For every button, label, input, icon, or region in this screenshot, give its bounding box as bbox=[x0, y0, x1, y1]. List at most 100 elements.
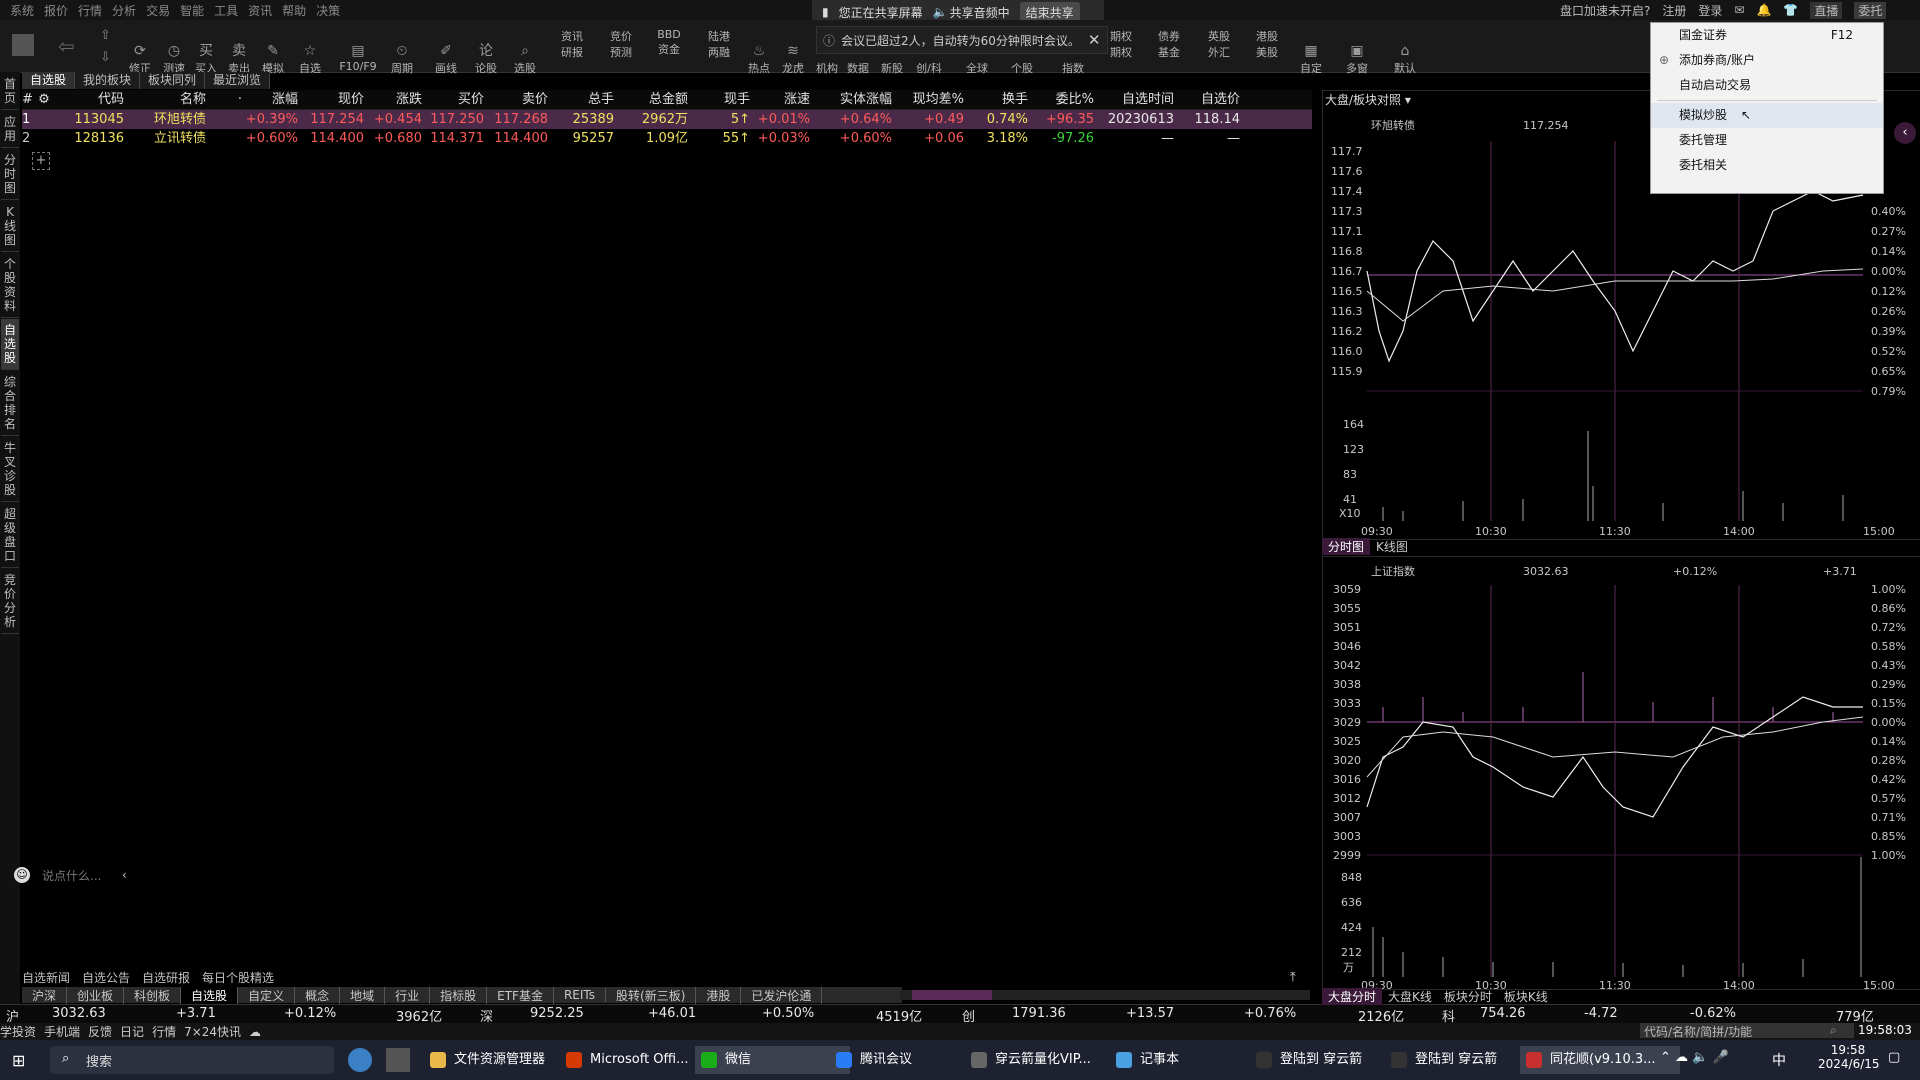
col-change[interactable]: 涨跌 bbox=[364, 90, 422, 109]
menu-item[interactable]: 资讯 bbox=[248, 2, 272, 19]
tab-my-sectors[interactable]: 我的板块 bbox=[75, 72, 141, 89]
vtab-bid-analysis[interactable]: 竞价分析 bbox=[1, 569, 19, 634]
menu-item-add-broker[interactable]: ⊕ 添加券商/账户 bbox=[1651, 48, 1883, 73]
task-notepad[interactable]: 记事本 bbox=[1110, 1046, 1250, 1074]
emoji-icon[interactable]: ☺ bbox=[14, 867, 30, 883]
tb-hk[interactable]: 陆港 两融 bbox=[702, 28, 736, 60]
tb-default[interactable]: ⌂ 默认 bbox=[1388, 42, 1422, 76]
sheet-tab[interactable]: 创业板 bbox=[67, 986, 125, 1004]
sheet-tab[interactable]: 行业 bbox=[385, 986, 431, 1004]
menu-item[interactable]: 帮助 bbox=[282, 2, 306, 19]
mail-icon[interactable]: ✉ bbox=[1734, 3, 1744, 17]
tb-sell[interactable]: 卖卖出 bbox=[222, 42, 256, 76]
tb-draw[interactable]: ✐ 画线 bbox=[429, 42, 463, 76]
status-link[interactable]: 7×24快讯 bbox=[184, 1023, 241, 1040]
tb-multiwin[interactable]: ▣ 多窗 bbox=[1340, 42, 1374, 76]
sheet-tab[interactable]: 科创板 bbox=[124, 986, 182, 1004]
task-office[interactable]: Microsoft Offi... bbox=[560, 1046, 715, 1074]
chat-input[interactable]: 说点什么... bbox=[42, 867, 112, 884]
status-link[interactable]: 反馈 bbox=[88, 1023, 112, 1040]
tb-uk[interactable]: 英股 外汇 bbox=[1202, 28, 1236, 60]
vtab-watchlist[interactable]: 自选股 bbox=[1, 319, 19, 370]
sheet-tab[interactable]: 港股 bbox=[696, 986, 742, 1004]
vtab-apps[interactable]: 应用 bbox=[1, 111, 19, 148]
col-index[interactable]: # bbox=[22, 90, 36, 109]
menu-item-simulate[interactable]: 模拟炒股 ↖ bbox=[1651, 103, 1883, 128]
tb-discuss[interactable]: 论论股 bbox=[469, 42, 503, 76]
col-change-pct[interactable]: 涨幅 bbox=[242, 90, 298, 109]
task-tonghuashun[interactable]: 同花顺(v9.10.3... bbox=[1520, 1046, 1680, 1074]
vtab-orderbook[interactable]: 超级盘口 bbox=[1, 503, 19, 568]
windows-start-icon[interactable]: ⊞ bbox=[12, 1051, 30, 1070]
tray-icons[interactable]: ⌃ ☁ 🔈 🎤 bbox=[1660, 1050, 1729, 1065]
sheet-tab[interactable]: 指标股 bbox=[430, 986, 488, 1004]
tb-speed[interactable]: ◷ 测速 bbox=[157, 42, 191, 76]
up-icon[interactable]: ⇧ bbox=[100, 28, 111, 43]
menu-item[interactable]: 交易 bbox=[146, 2, 170, 19]
menu-item-entrust-manage[interactable]: 委托管理 bbox=[1651, 128, 1883, 153]
menu-item-auto-start[interactable]: 自动启动交易 bbox=[1651, 73, 1883, 98]
vtab-timeshare[interactable]: 分时图 bbox=[1, 149, 19, 200]
tab-watch-announcements[interactable]: 自选公告 bbox=[82, 969, 130, 986]
col-dot[interactable]: · bbox=[206, 90, 242, 109]
sheet-tab[interactable]: 自选股 bbox=[181, 986, 239, 1004]
col-body-pct[interactable]: 实体涨幅 bbox=[810, 90, 892, 109]
sheet-tab[interactable]: 概念 bbox=[295, 986, 341, 1004]
tb-f10[interactable]: ▤ F10/F9 bbox=[338, 42, 378, 73]
add-stock-button[interactable]: + bbox=[32, 152, 50, 170]
menu-item[interactable]: 行情 bbox=[78, 2, 102, 19]
col-ask[interactable]: 卖价 bbox=[484, 90, 548, 109]
tb-correct[interactable]: ⟳ 修正 bbox=[123, 42, 157, 76]
kc-value[interactable]: 754.26 bbox=[1480, 1006, 1526, 1021]
horizontal-scrollbar[interactable] bbox=[900, 990, 1310, 1000]
app-menu-icon[interactable] bbox=[12, 34, 34, 56]
status-link[interactable]: 日记 bbox=[120, 1023, 144, 1040]
col-price[interactable]: 现价 bbox=[298, 90, 364, 109]
close-icon[interactable]: ✕ bbox=[1088, 31, 1101, 49]
tb-hot[interactable]: ♨ 热点 bbox=[742, 42, 776, 76]
tb-news[interactable]: 资讯 研报 bbox=[555, 28, 589, 60]
col-add-price[interactable]: 自选价 bbox=[1174, 90, 1240, 109]
code-search-input[interactable]: 代码/名称/简拼/功能 bbox=[1640, 1023, 1854, 1039]
col-speed[interactable]: 涨速 bbox=[750, 90, 810, 109]
col-name[interactable]: 名称 bbox=[124, 90, 206, 109]
direct-button[interactable]: 直播 bbox=[1810, 1, 1843, 19]
notification-icon[interactable]: ▢ bbox=[1888, 1050, 1900, 1065]
tab-market-timeshare[interactable]: 大盘分时 bbox=[1322, 987, 1383, 1005]
entrust-button[interactable]: 委托 bbox=[1854, 1, 1887, 19]
tb-bond[interactable]: 债券 基金 bbox=[1152, 28, 1186, 60]
sheet-tab[interactable]: 已发沪伦通 bbox=[741, 986, 823, 1004]
col-add-time[interactable]: 自选时间 bbox=[1094, 90, 1174, 109]
tb-custom[interactable]: ▦ 自定 bbox=[1294, 42, 1328, 76]
table-row[interactable]: 2 128136 立讯转债 +0.60% 114.400 +0.680 114.… bbox=[22, 129, 1312, 148]
sheet-tab[interactable]: 地域 bbox=[340, 986, 386, 1004]
tab-daily-picks[interactable]: 每日个股精选 bbox=[202, 969, 274, 986]
tb-dragon[interactable]: ≋ 龙虎 bbox=[776, 42, 810, 76]
tab-sector-peers[interactable]: 板块同列 bbox=[140, 72, 206, 89]
tb-bbd[interactable]: BBD 资金 bbox=[652, 28, 686, 57]
tab-sector-kline[interactable]: 板块K线 bbox=[1498, 988, 1554, 1005]
sheet-tab[interactable]: 自定义 bbox=[238, 986, 296, 1004]
menu-item[interactable]: 报价 bbox=[44, 2, 68, 19]
taskbar-clock[interactable]: 19:58 2024/6/15 bbox=[1818, 1043, 1880, 1071]
settings-icon[interactable]: ⚙ bbox=[36, 90, 52, 109]
back-icon[interactable]: ⇦ bbox=[58, 34, 75, 58]
bell-icon[interactable]: 🔔 bbox=[1756, 3, 1771, 17]
calculator-icon[interactable] bbox=[386, 1048, 410, 1072]
task-wechat[interactable]: 微信 bbox=[695, 1046, 850, 1074]
status-link[interactable]: 手机端 bbox=[44, 1023, 80, 1040]
tab-watch-news[interactable]: 自选新闻 bbox=[22, 969, 70, 986]
sh-value[interactable]: 3032.63 bbox=[52, 1006, 106, 1021]
tab-sector-timeshare[interactable]: 板块分时 bbox=[1438, 988, 1498, 1005]
col-amount[interactable]: 总金额 bbox=[614, 90, 688, 109]
sz-value[interactable]: 9252.25 bbox=[530, 1006, 584, 1021]
tb-pick[interactable]: ⌕ 选股 bbox=[508, 42, 542, 76]
ime-indicator[interactable]: 中 bbox=[1772, 1050, 1786, 1070]
vtab-ranking[interactable]: 综合排名 bbox=[1, 371, 19, 436]
task-explorer[interactable]: 文件资源管理器 bbox=[424, 1046, 579, 1074]
login-link[interactable]: 登录 bbox=[1698, 2, 1722, 19]
task-tencent-meeting[interactable]: 腾讯会议 bbox=[830, 1046, 985, 1074]
pin-top-icon[interactable]: ⤒ bbox=[1290, 970, 1296, 985]
tab-kline[interactable]: K线图 bbox=[1370, 538, 1414, 555]
search-icon[interactable]: ⌕ bbox=[1830, 1023, 1837, 1038]
